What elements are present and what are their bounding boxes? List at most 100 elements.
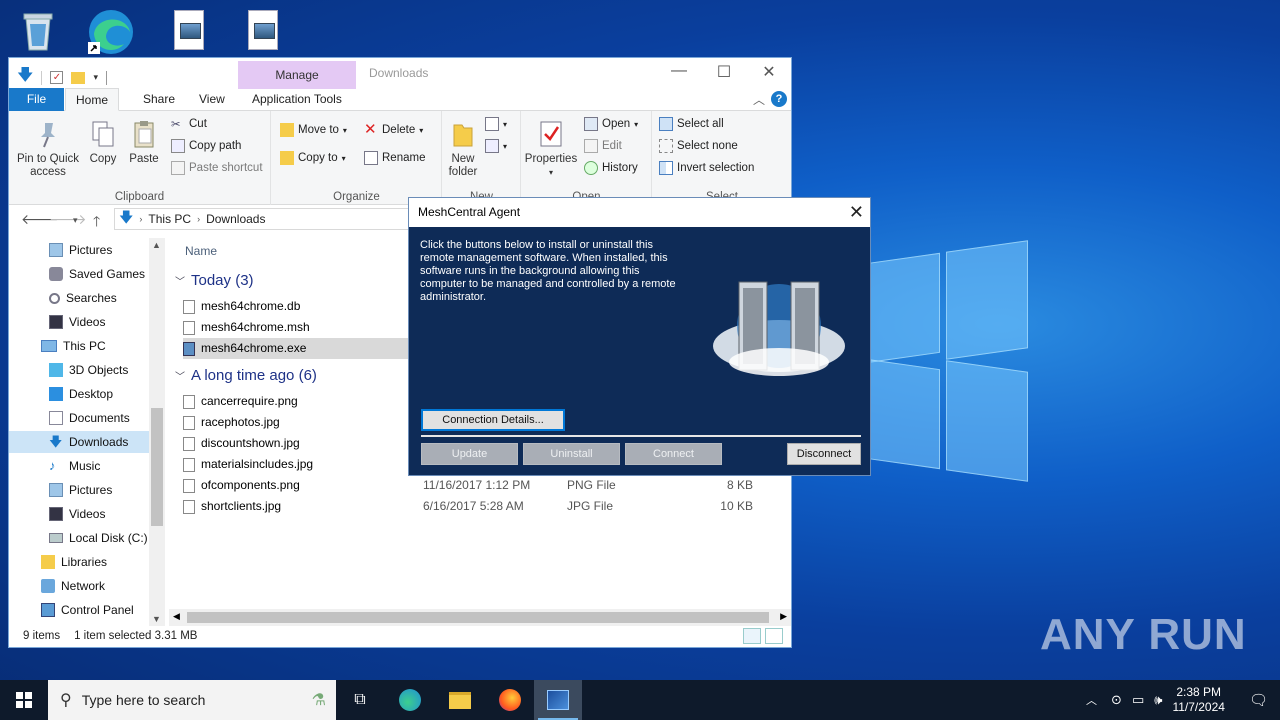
edit-button[interactable]: Edit [584,139,622,153]
forward-arrow-icon[interactable]: 🡒 [49,211,87,228]
clipboard-group: Pin to Quick access Copy Paste ✂ Cut Copy… [9,111,271,205]
down-arrow-icon[interactable]: 🡇 [17,64,33,91]
nav-item-desktop[interactable]: Desktop [9,383,149,405]
move-to-button[interactable]: Move to ▾ [280,123,347,137]
nav-item-downloads[interactable]: 🡇 Downloads [9,431,149,453]
collapse-ribbon-icon[interactable]: ︿ [753,91,765,108]
close-button[interactable]: ✕ [746,62,792,82]
nav-item-control-panel[interactable]: Control Panel [9,599,149,621]
start-button[interactable] [0,680,48,720]
open-button[interactable]: Open ▾ [584,117,638,131]
recycle-bin-icon[interactable] [16,8,72,58]
image-file-icon[interactable] [168,8,224,58]
tab-file[interactable]: File [9,88,64,111]
file-row[interactable]: ofcomponents.png 11/16/2017 1:12 PM PNG … [183,475,789,496]
computer-icon [41,340,57,352]
new-folder-icon[interactable] [71,71,86,84]
up-arrow-icon[interactable]: 🡑 [93,211,100,235]
nav-item-videos-pc[interactable]: Videos [9,503,149,525]
nav-item-documents[interactable]: Documents [9,407,149,429]
update-button[interactable]: Update [421,443,518,465]
invert-selection-button[interactable]: Invert selection [659,161,754,175]
scroll-down-icon[interactable]: ▼ [152,614,161,624]
music-icon: ♪ [49,458,56,473]
file-row[interactable]: shortclients.jpg 6/16/2017 5:28 AM JPG F… [183,496,789,517]
breadcrumb-this-pc[interactable]: This PC [148,212,191,226]
nav-item-pictures[interactable]: Pictures [9,239,149,261]
select-none-button[interactable]: Select none [659,139,738,153]
edge-taskbar-button[interactable] [386,680,434,720]
manage-contextual-tab[interactable]: Manage [238,61,356,89]
taskbar-search[interactable]: ⚲ Type here to search ⚗ [48,680,336,720]
tab-home[interactable]: Home [65,88,120,111]
delete-button[interactable]: ✕ Delete ▾ [364,122,423,137]
firefox-taskbar-button[interactable] [486,680,534,720]
select-all-button[interactable]: Select all [659,117,724,131]
properties-button[interactable]: Properties ▾ [524,115,578,179]
scroll-left-icon[interactable]: ◀ [173,611,180,622]
horizontal-scrollbar[interactable]: ◀ ▶ [169,609,791,626]
scroll-thumb[interactable] [187,612,769,623]
nav-item-libraries[interactable]: Libraries [9,551,149,573]
image-file-icon[interactable] [242,8,298,58]
tab-view[interactable]: View [189,88,235,111]
nav-scrollbar[interactable]: ▲ ▼ [149,238,165,626]
notifications-icon[interactable]: 🗨 [1249,691,1268,709]
properties-check-icon[interactable]: ✓ [50,71,64,84]
cut-button[interactable]: ✂ Cut [171,117,207,131]
connect-button[interactable]: Connect [625,443,722,465]
nav-item-pictures-pc[interactable]: Pictures [9,479,149,501]
rename-button[interactable]: Rename [364,151,425,165]
group-today[interactable]: ﹀ Today (3) [175,272,254,289]
copy-button[interactable]: Copy [85,115,121,166]
new-item-button[interactable]: ▾ [485,117,507,131]
maximize-button[interactable]: ☐ [701,62,747,82]
dialog-close-button[interactable]: ✕ [849,198,864,227]
nav-item-saved-games[interactable]: Saved Games [9,263,149,285]
file-row-selected[interactable]: mesh64chrome.exe [183,338,409,359]
column-header-name[interactable]: Name [185,244,217,258]
uninstall-button[interactable]: Uninstall [523,443,620,465]
network-icon[interactable]: ▭ [1132,692,1144,708]
nav-item-videos[interactable]: Videos [9,311,149,333]
large-icons-view-icon[interactable] [765,628,783,644]
tab-share[interactable]: Share [133,88,185,111]
scroll-right-icon[interactable]: ▶ [780,611,787,622]
anyrun-watermark: ANY RUN [1040,610,1247,659]
nav-item-network[interactable]: Network [9,575,149,597]
scroll-thumb[interactable] [151,408,163,526]
edge-shortcut-icon[interactable] [86,8,142,58]
tab-application-tools[interactable]: Application Tools [242,88,352,111]
paste-button[interactable]: Paste [125,115,163,166]
nav-item-3d-objects[interactable]: 3D Objects [9,359,149,381]
nav-item-local-disk[interactable]: Local Disk (C:) [9,527,149,549]
customize-qat-icon[interactable]: ▾ [93,72,98,83]
help-icon[interactable]: ? [771,91,787,107]
history-button[interactable]: History [584,161,638,175]
easy-access-button[interactable]: ▾ [485,139,507,153]
task-view-button[interactable]: ⧉ [336,680,384,720]
scroll-up-icon[interactable]: ▲ [152,240,161,250]
new-folder-button[interactable]: New folder [445,115,481,179]
connection-details-button[interactable]: Connection Details... [421,409,565,431]
nav-item-music[interactable]: ♪ Music [9,455,149,477]
minimize-button[interactable]: — [656,62,702,80]
disconnect-button[interactable]: Disconnect [787,443,861,465]
nav-item-this-pc[interactable]: This PC [9,335,149,357]
copy-to-button[interactable]: Copy to ▾ [280,151,346,165]
pin-to-quick-access-button[interactable]: Pin to Quick access [13,115,83,179]
chevron-up-icon[interactable]: ︿ [1086,692,1097,708]
breadcrumb-downloads[interactable]: Downloads [206,212,265,226]
paste-shortcut-button[interactable]: Paste shortcut [171,161,263,175]
address-bar[interactable]: 🡇 › This PC › Downloads [114,208,414,230]
copy-path-button[interactable]: Copy path [171,139,241,153]
group-long-ago[interactable]: ﹀ A long time ago (6) [175,367,317,384]
details-view-icon[interactable] [743,628,761,644]
recent-locations-icon[interactable]: ▾ [73,215,78,226]
clock[interactable]: 2:38 PM 11/7/2024 [1172,685,1225,715]
meshcentral-taskbar-button[interactable] [534,680,582,720]
meet-now-icon[interactable]: ⊙ [1111,692,1122,708]
nav-item-searches[interactable]: Searches [9,287,149,309]
file-explorer-taskbar-button[interactable] [436,680,484,720]
volume-icon[interactable]: 🕪 [1154,692,1162,708]
